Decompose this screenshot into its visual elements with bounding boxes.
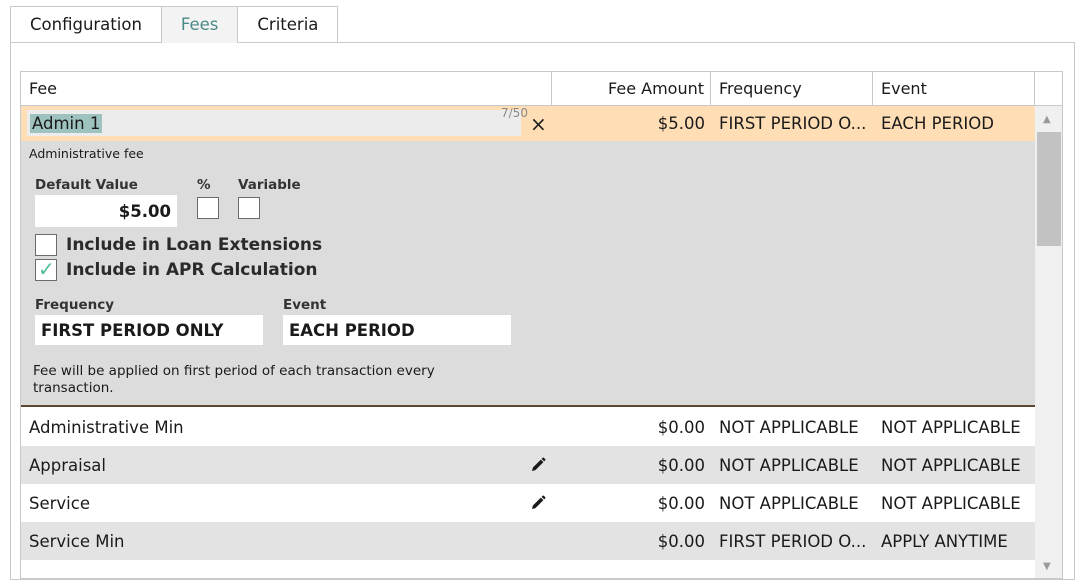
frequency: NOT APPLICABLE — [719, 417, 859, 437]
fee-name-input[interactable]: Admin 1 — [27, 110, 521, 136]
variable-label: Variable — [238, 177, 301, 193]
default-value-input[interactable]: $5.00 — [35, 195, 177, 227]
frequency-select-value: FIRST PERIOD ONLY — [41, 320, 224, 340]
event: EACH PERIOD — [881, 114, 994, 133]
pencil-icon[interactable] — [529, 494, 547, 512]
fee-detail-panel: Administrative fee Default Value % Varia… — [21, 141, 1035, 407]
fee-amount: $0.00 — [657, 417, 705, 437]
scrollbar-thumb[interactable] — [1037, 132, 1061, 246]
grid-header: Fee Fee Amount Frequency Event — [21, 72, 1062, 106]
fee-name: Service — [29, 493, 90, 513]
event: APPLY ANYTIME — [881, 531, 1008, 551]
fee-amount: $5.00 — [657, 114, 705, 133]
variable-checkbox[interactable] — [238, 197, 260, 219]
fees-grid: Fee Fee Amount Frequency Event Admin 1 7… — [20, 71, 1063, 579]
fee-amount: $0.00 — [657, 493, 705, 513]
frequency-select[interactable]: FIRST PERIOD ONLY — [35, 315, 263, 345]
close-icon[interactable]: × — [530, 112, 547, 136]
fee-name: Service Min — [29, 531, 125, 551]
fee-schedule-note: Fee will be applied on first period of e… — [33, 363, 435, 396]
fee-amount: $0.00 — [657, 455, 705, 475]
default-value-label: Default Value — [35, 177, 138, 193]
tab-bar: Configuration Fees Criteria — [10, 6, 339, 43]
event-label: Event — [283, 297, 327, 313]
tab-fees[interactable]: Fees — [161, 6, 239, 43]
scroll-up-arrow-icon[interactable]: ▲ — [1043, 114, 1051, 125]
frequency: FIRST PERIOD O... — [719, 531, 867, 551]
table-row[interactable]: Service $0.00 NOT APPLICABLE NOT APPLICA… — [21, 484, 1035, 522]
fee-description: Administrative fee — [29, 146, 144, 161]
table-row[interactable]: Service Min $0.00 FIRST PERIOD O... APPL… — [21, 522, 1035, 560]
fee-name: Appraisal — [29, 455, 107, 475]
event-select[interactable]: EACH PERIOD — [283, 315, 511, 345]
column-header-event[interactable]: Event — [873, 72, 1035, 105]
char-counter: 7/50 — [501, 106, 528, 120]
frequency: NOT APPLICABLE — [719, 455, 859, 475]
include-apr-checkbox[interactable]: ✓ — [35, 257, 57, 281]
event-select-value: EACH PERIOD — [289, 320, 415, 340]
event: NOT APPLICABLE — [881, 493, 1021, 513]
include-apr-label: Include in APR Calculation — [66, 260, 318, 280]
include-loan-extensions-checkbox[interactable] — [35, 234, 57, 256]
fee-name: Administrative Min — [29, 417, 184, 437]
frequency: NOT APPLICABLE — [719, 493, 859, 513]
frequency: FIRST PERIOD O... — [719, 114, 867, 133]
scroll-down-arrow-icon[interactable]: ▼ — [1043, 561, 1051, 572]
tab-configuration[interactable]: Configuration — [10, 6, 162, 43]
fee-amount: $0.00 — [657, 531, 705, 551]
column-header-frequency[interactable]: Frequency — [711, 72, 873, 105]
column-header-fee[interactable]: Fee — [21, 72, 552, 105]
fee-name-selected-text: Admin 1 — [30, 113, 103, 133]
column-header-fee-amount[interactable]: Fee Amount — [552, 72, 711, 105]
checkmark-icon: ✓ — [38, 257, 55, 281]
table-row[interactable] — [21, 560, 1035, 578]
include-loan-extensions-label: Include in Loan Extensions — [66, 235, 323, 255]
frequency-label: Frequency — [35, 297, 115, 313]
table-row[interactable]: Appraisal $0.00 NOT APPLICABLE NOT APPLI… — [21, 446, 1035, 484]
default-value-text: $5.00 — [118, 201, 171, 221]
column-header-spacer — [1035, 72, 1062, 105]
table-row[interactable]: Administrative Min $0.00 NOT APPLICABLE … — [21, 408, 1035, 446]
event: NOT APPLICABLE — [881, 417, 1021, 437]
tab-criteria[interactable]: Criteria — [238, 6, 339, 43]
vertical-scrollbar[interactable]: ▲ ▼ — [1035, 106, 1062, 578]
event: NOT APPLICABLE — [881, 455, 1021, 475]
table-row-selected[interactable]: Admin 1 7/50 × $5.00 FIRST PERIOD O... E… — [21, 106, 1035, 141]
pencil-icon[interactable] — [529, 456, 547, 474]
percent-label: % — [197, 177, 211, 193]
percent-checkbox[interactable] — [197, 197, 219, 219]
